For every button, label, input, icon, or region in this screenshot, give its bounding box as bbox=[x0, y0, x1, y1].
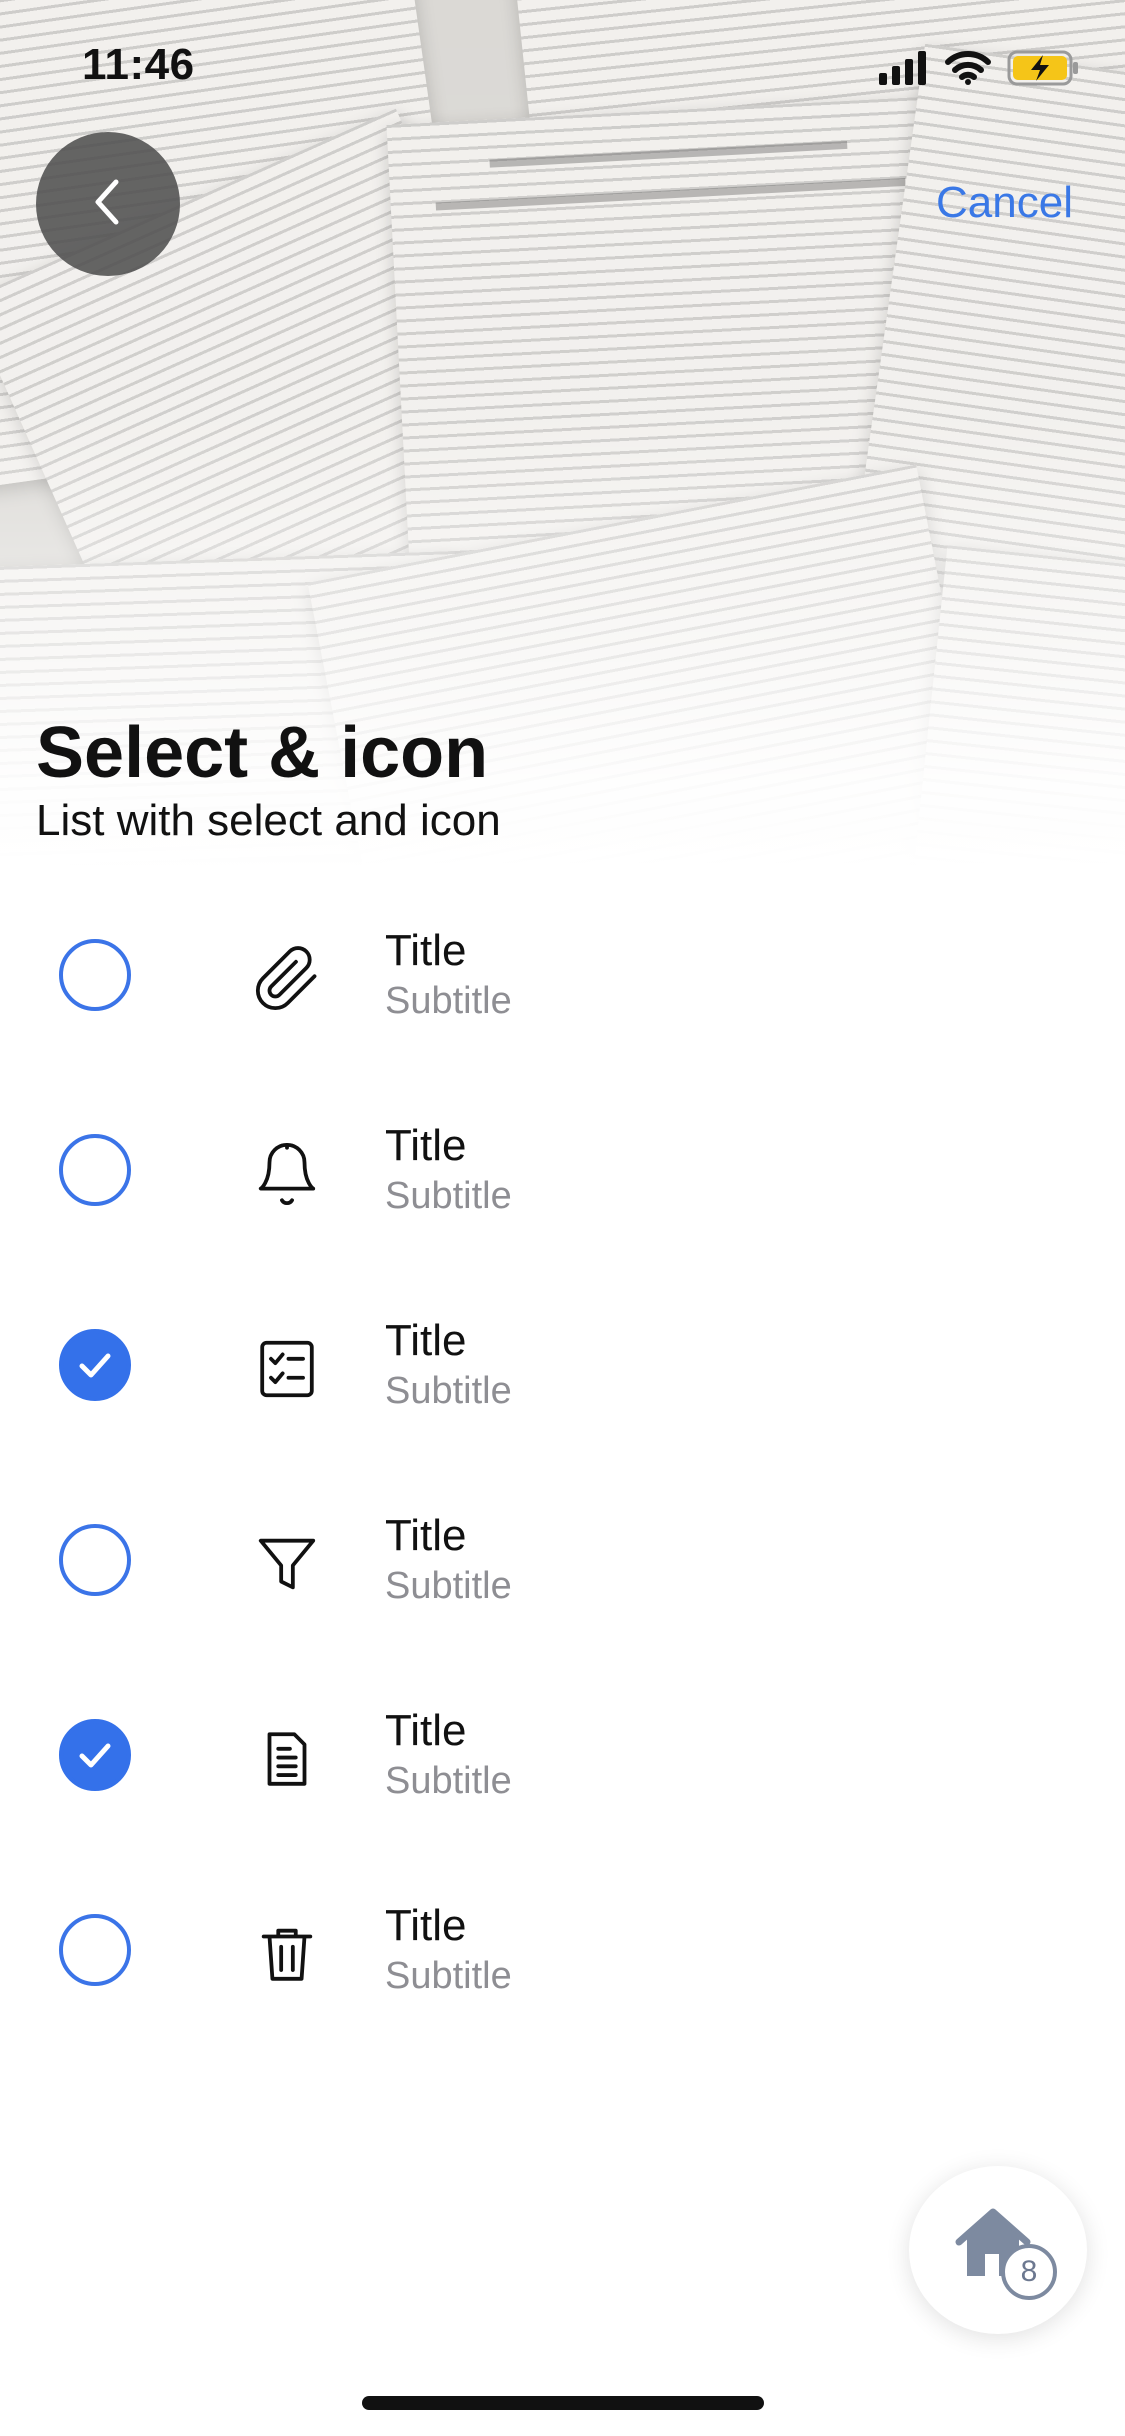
page-subtitle: List with select and icon bbox=[36, 796, 501, 845]
wifi-icon bbox=[945, 50, 991, 90]
list-item-title: Title bbox=[385, 1706, 467, 1755]
cellular-signal-icon bbox=[879, 50, 929, 90]
select-list: Title Subtitle Title Subtitle Title Subt… bbox=[0, 876, 1125, 2046]
bell-icon bbox=[252, 1139, 322, 1209]
home-indicator[interactable] bbox=[362, 2396, 764, 2410]
list-item-subtitle: Subtitle bbox=[385, 1760, 512, 1802]
select-radio-checked[interactable] bbox=[59, 1719, 131, 1791]
list-item-subtitle: Subtitle bbox=[385, 1175, 512, 1217]
list-item-title: Title bbox=[385, 1316, 467, 1365]
checkmark-icon bbox=[79, 1353, 111, 1378]
list-item[interactable]: Title Subtitle bbox=[0, 1656, 1125, 1851]
list-item[interactable]: Title Subtitle bbox=[0, 876, 1125, 1071]
notification-badge: 8 bbox=[1001, 2244, 1057, 2300]
chevron-left-icon bbox=[84, 172, 132, 237]
list-item-subtitle: Subtitle bbox=[385, 1565, 512, 1607]
page-title: Select & icon bbox=[36, 713, 489, 793]
battery-charging-icon bbox=[1007, 50, 1081, 91]
list-item-subtitle: Subtitle bbox=[385, 980, 512, 1022]
document-icon bbox=[252, 1724, 322, 1794]
screen: 11:46 Cancel Select & icon List with sel… bbox=[0, 0, 1125, 2436]
trash-icon bbox=[252, 1919, 322, 1989]
list-item-subtitle: Subtitle bbox=[385, 1370, 512, 1412]
home-button[interactable]: 8 bbox=[909, 2166, 1087, 2334]
back-button[interactable] bbox=[36, 132, 180, 276]
checklist-icon bbox=[252, 1334, 322, 1404]
paperclip-icon bbox=[252, 944, 322, 1014]
list-item-subtitle: Subtitle bbox=[385, 1955, 512, 1997]
list-item-title: Title bbox=[385, 1511, 467, 1560]
list-item[interactable]: Title Subtitle bbox=[0, 1461, 1125, 1656]
list-item-title: Title bbox=[385, 926, 467, 975]
select-radio[interactable] bbox=[59, 1914, 131, 1986]
select-radio[interactable] bbox=[59, 1134, 131, 1206]
filter-icon bbox=[252, 1529, 322, 1599]
cancel-button[interactable]: Cancel bbox=[936, 178, 1073, 228]
list-item-title: Title bbox=[385, 1901, 467, 1950]
checkmark-icon bbox=[79, 1743, 111, 1768]
list-item[interactable]: Title Subtitle bbox=[0, 1851, 1125, 2046]
select-radio-checked[interactable] bbox=[59, 1329, 131, 1401]
list-item[interactable]: Title Subtitle bbox=[0, 1071, 1125, 1266]
status-icons bbox=[879, 48, 1081, 92]
status-time: 11:46 bbox=[82, 40, 195, 89]
list-item[interactable]: Title Subtitle bbox=[0, 1266, 1125, 1461]
select-radio[interactable] bbox=[59, 939, 131, 1011]
list-item-title: Title bbox=[385, 1121, 467, 1170]
select-radio[interactable] bbox=[59, 1524, 131, 1596]
